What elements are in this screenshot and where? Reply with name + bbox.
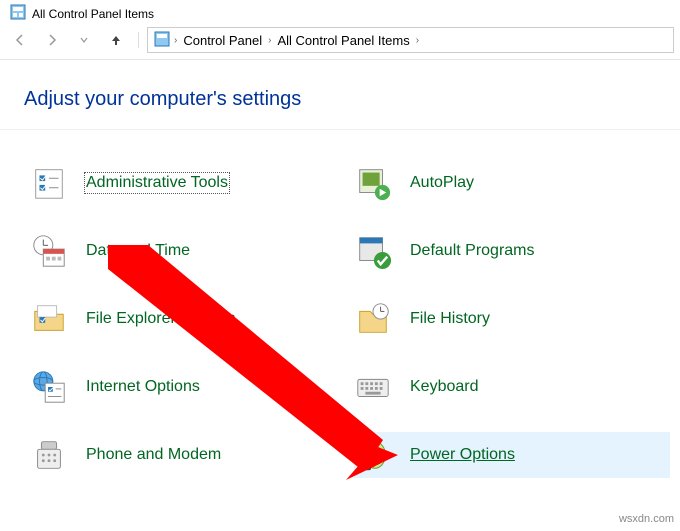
keyboard-icon <box>354 368 392 406</box>
item-label: Phone and Modem <box>86 446 221 464</box>
item-power-options[interactable]: Power Options <box>354 432 670 478</box>
breadcrumb-segment[interactable]: All Control Panel Items <box>275 33 411 48</box>
page-heading: Adjust your computer's settings <box>0 60 680 129</box>
item-file-explorer-options[interactable]: File Explorer Options <box>30 296 330 342</box>
chevron-right-icon: › <box>268 35 271 46</box>
control-panel-icon <box>10 4 26 23</box>
item-phone-modem[interactable]: Phone and Modem <box>30 432 330 478</box>
admin-tools-icon <box>30 164 68 202</box>
phone-modem-icon <box>30 436 68 474</box>
item-file-history[interactable]: File History <box>354 296 670 342</box>
item-label: File Explorer Options <box>86 310 235 328</box>
item-label: Power Options <box>410 446 515 464</box>
chevron-right-icon: › <box>416 35 419 46</box>
chevron-right-icon: › <box>174 35 177 46</box>
control-panel-icon <box>154 31 170 50</box>
item-label: File History <box>410 310 490 328</box>
item-keyboard[interactable]: Keyboard <box>354 364 670 410</box>
watermark: wsxdn.com <box>619 513 674 525</box>
nav-toolbar: › Control Panel › All Control Panel Item… <box>0 25 680 60</box>
item-default-programs[interactable]: Default Programs <box>354 228 670 274</box>
up-button[interactable] <box>102 28 130 52</box>
item-admin-tools[interactable]: Administrative Tools <box>30 160 330 206</box>
forward-button[interactable] <box>38 28 66 52</box>
item-date-time[interactable]: Date and Time <box>30 228 330 274</box>
date-time-icon <box>30 232 68 270</box>
back-button[interactable] <box>6 28 34 52</box>
window-titlebar: All Control Panel Items <box>0 0 680 25</box>
item-label: AutoPlay <box>410 174 474 192</box>
item-internet-options[interactable]: Internet Options <box>30 364 330 410</box>
item-label: Default Programs <box>410 242 535 260</box>
recent-dropdown[interactable] <box>70 28 98 52</box>
autoplay-icon <box>354 164 392 202</box>
divider <box>0 129 680 130</box>
item-autoplay[interactable]: AutoPlay <box>354 160 670 206</box>
power-options-icon <box>354 436 392 474</box>
item-label: Internet Options <box>86 378 200 396</box>
default-programs-icon <box>354 232 392 270</box>
separator <box>138 32 139 48</box>
item-label: Administrative Tools <box>86 174 228 192</box>
file-history-icon <box>354 300 392 338</box>
item-label: Keyboard <box>410 378 479 396</box>
window-title: All Control Panel Items <box>32 7 154 21</box>
item-label: Date and Time <box>86 242 190 260</box>
file-explorer-options-icon <box>30 300 68 338</box>
address-bar[interactable]: › Control Panel › All Control Panel Item… <box>147 27 674 53</box>
internet-options-icon <box>30 368 68 406</box>
breadcrumb-segment[interactable]: Control Panel <box>181 33 264 48</box>
control-panel-grid: Administrative Tools AutoPlay Date and T… <box>0 160 680 478</box>
